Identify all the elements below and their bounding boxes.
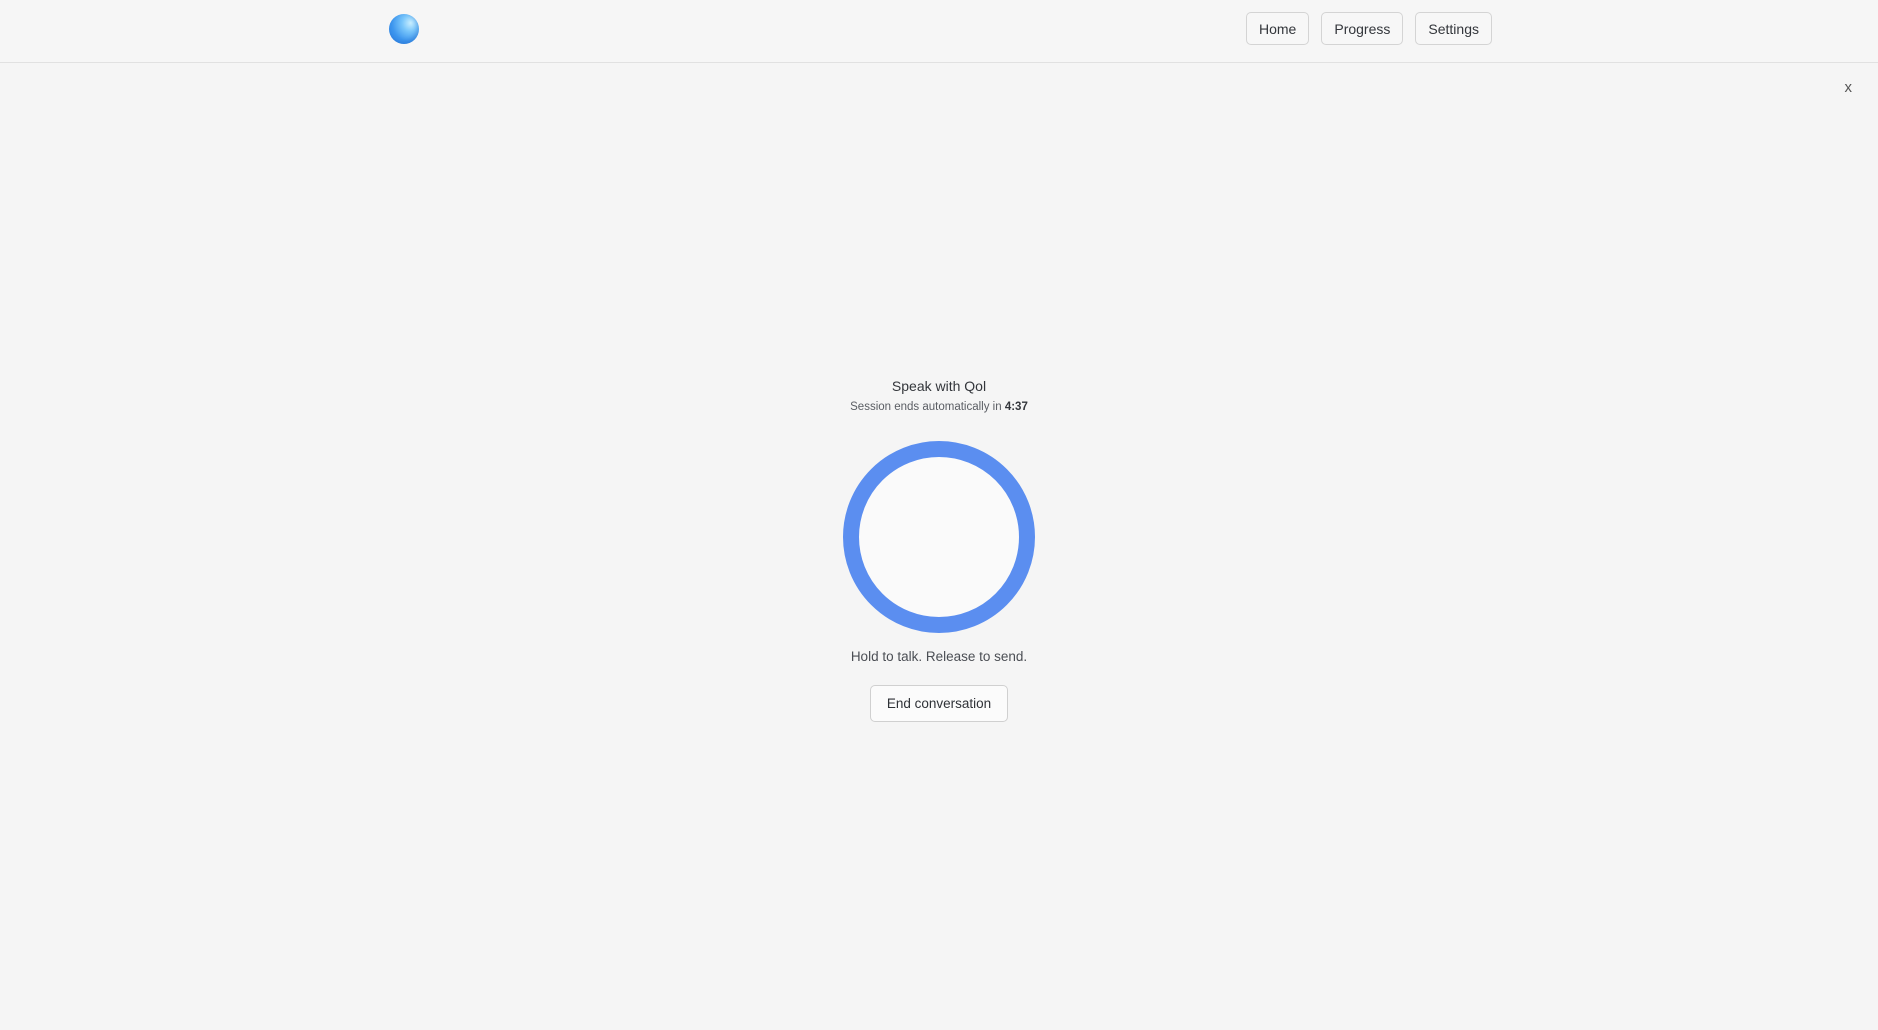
nav-settings-button[interactable]: Settings [1415,12,1492,45]
session-time-remaining: 4:37 [1004,401,1028,413]
logo-orb-icon[interactable] [389,14,419,44]
close-icon[interactable]: x [1845,80,1853,95]
nav-progress-button[interactable]: Progress [1321,12,1404,45]
session-timer-prefix: Session ends automatically in [850,401,1005,413]
session-title: Speak with Qol [891,378,987,394]
nav-home-button[interactable]: Home [1246,12,1310,45]
main-nav: Home Progress Settings [1246,12,1492,45]
push-to-talk-hint: Hold to talk. Release to send. [850,649,1028,664]
push-to-talk-button[interactable] [843,441,1035,633]
end-conversation-button[interactable]: End conversation [869,685,1009,722]
top-navigation-bar: Home Progress Settings [0,0,1878,63]
session-timer-text: Session ends automatically in 4:37 [850,399,1028,415]
voice-session-panel: Speak with Qol Session ends automaticall… [0,376,1878,722]
